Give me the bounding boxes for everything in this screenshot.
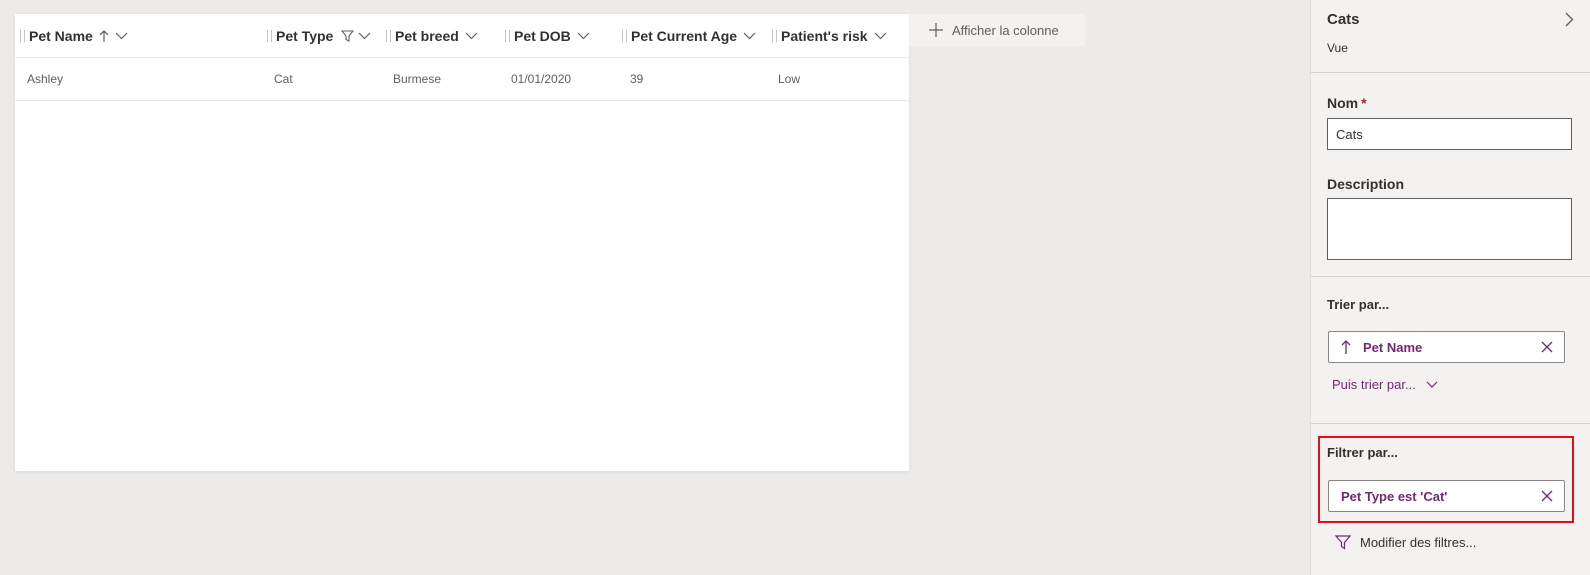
- chevron-down-icon[interactable]: [577, 32, 590, 40]
- column-header-label: Pet Current Age: [631, 27, 738, 44]
- column-grip-icon[interactable]: [386, 29, 391, 42]
- column-header-label: Pet Type: [276, 27, 334, 44]
- chevron-down-icon[interactable]: [465, 32, 478, 40]
- sort-ascending-icon: [99, 29, 109, 43]
- cell-pet-type: Cat: [274, 72, 293, 86]
- panel-subtitle: Vue: [1327, 41, 1348, 55]
- cell-pet-name[interactable]: Ashley: [27, 58, 63, 100]
- sort-field-label: Pet Name: [1363, 339, 1423, 355]
- column-header-pet-name[interactable]: Pet Name: [20, 14, 128, 57]
- column-header-label: Pet breed: [395, 27, 459, 44]
- show-column-button[interactable]: Afficher la colonne: [909, 14, 1085, 46]
- column-grip-icon[interactable]: [267, 29, 272, 42]
- then-sort-label: Puis trier par...: [1332, 377, 1416, 392]
- name-field[interactable]: [1327, 118, 1572, 150]
- column-header-pet-current-age[interactable]: Pet Current Age: [622, 14, 756, 57]
- cell-pet-breed: Burmese: [393, 72, 442, 86]
- divider: [1311, 276, 1590, 277]
- description-field[interactable]: [1327, 198, 1572, 260]
- column-header-pet-breed[interactable]: Pet breed: [386, 14, 478, 57]
- filter-icon: [1335, 535, 1351, 550]
- panel-title: Cats: [1327, 11, 1360, 28]
- column-header-pet-type[interactable]: Pet Type: [267, 14, 371, 57]
- sort-pill[interactable]: Pet Name: [1328, 331, 1565, 363]
- description-label: Description: [1327, 176, 1405, 192]
- column-grip-icon[interactable]: [772, 29, 777, 42]
- column-header-label: Pet DOB: [514, 27, 571, 44]
- chevron-down-icon[interactable]: [874, 32, 887, 40]
- then-sort-button[interactable]: Puis trier par...: [1332, 377, 1438, 392]
- close-icon[interactable]: [1540, 340, 1554, 357]
- column-grip-icon[interactable]: [505, 29, 510, 42]
- column-header-patients-risk[interactable]: Patient's risk: [772, 14, 887, 57]
- chevron-down-icon: [1426, 381, 1438, 389]
- column-header-pet-dob[interactable]: Pet DOB: [505, 14, 590, 57]
- chevron-right-icon[interactable]: [1565, 12, 1574, 32]
- cell-pet-dob: 01/01/2020: [511, 72, 572, 86]
- sort-label: Trier par...: [1327, 297, 1390, 312]
- grid-header: Pet Name Pet Type Pet breed Pet DOB Pet …: [15, 14, 909, 58]
- cell-pet-age: 39: [630, 72, 644, 86]
- name-label: Nom *: [1327, 95, 1367, 111]
- column-header-label: Pet Name: [29, 27, 93, 44]
- filter-icon: [341, 29, 355, 42]
- chevron-down-icon[interactable]: [358, 32, 371, 40]
- chevron-down-icon[interactable]: [115, 32, 128, 40]
- column-grip-icon[interactable]: [622, 29, 627, 42]
- plus-icon: [929, 23, 943, 37]
- name-label-text: Nom: [1327, 95, 1359, 111]
- required-marker: *: [1361, 95, 1367, 111]
- view-properties-panel: Cats Vue Nom* Description Trier par... P…: [1310, 0, 1590, 575]
- data-grid: Pet Name Pet Type Pet breed Pet DOB Pet …: [15, 14, 909, 471]
- sort-ascending-icon: [1341, 339, 1351, 355]
- filter-pill[interactable]: Pet Type est 'Cat': [1328, 480, 1565, 512]
- table-row[interactable]: Ashley Cat Burmese 01/01/2020 39 Low: [15, 58, 909, 101]
- divider: [1311, 72, 1590, 73]
- filter-value-label: Pet Type est 'Cat': [1341, 488, 1448, 504]
- chevron-down-icon[interactable]: [743, 32, 756, 40]
- divider: [1311, 423, 1590, 424]
- cell-risk: Low: [778, 72, 801, 86]
- column-grip-icon[interactable]: [20, 29, 25, 42]
- column-header-label: Patient's risk: [781, 27, 868, 44]
- filter-label: Filtrer par...: [1327, 445, 1398, 460]
- edit-filters-button[interactable]: Modifier des filtres...: [1335, 535, 1476, 550]
- edit-filters-label: Modifier des filtres...: [1360, 535, 1477, 550]
- close-icon[interactable]: [1540, 489, 1554, 506]
- show-column-label: Afficher la colonne: [952, 22, 1059, 38]
